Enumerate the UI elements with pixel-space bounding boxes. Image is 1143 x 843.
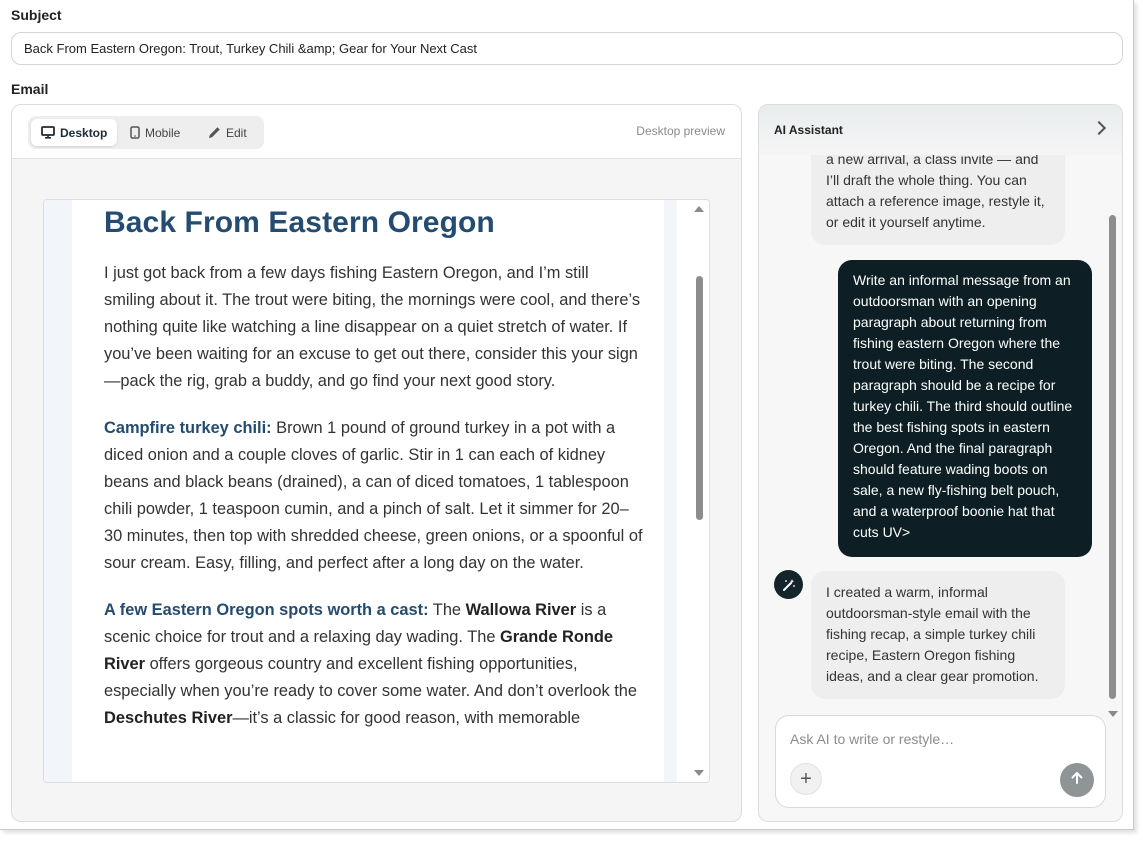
tab-desktop-label: Desktop — [60, 125, 108, 140]
tab-mobile-label: Mobile — [145, 125, 181, 140]
tab-edit-label: Edit — [226, 125, 247, 140]
ai-assistant-header: AI Assistant — [759, 105, 1122, 155]
email-body: Back From Eastern Oregon I just got back… — [104, 206, 644, 752]
email-label: Email — [11, 81, 49, 97]
plus-icon: + — [800, 767, 812, 790]
magic-wand-icon — [774, 570, 803, 599]
pencil-icon — [208, 126, 221, 139]
email-paragraph-spots: A few Eastern Oregon spots worth a cast:… — [104, 597, 644, 732]
scroll-down-arrow-icon[interactable] — [694, 770, 704, 776]
spots-lead: A few Eastern Oregon spots worth a cast: — [104, 601, 429, 619]
app-frame: Subject Email Desktop Mobile — [0, 0, 1134, 830]
subject-label: Subject — [11, 7, 62, 23]
chevron-right-icon[interactable] — [1091, 120, 1107, 136]
subject-input[interactable] — [11, 32, 1123, 65]
spots-text: offers gorgeous country and excellent fi… — [104, 655, 637, 700]
view-mode-toggle: Desktop Mobile Edit — [28, 116, 264, 149]
scroll-up-arrow-icon[interactable] — [694, 206, 704, 212]
spot-deschutes: Deschutes River — [104, 709, 233, 727]
ai-assistant-panel: AI Assistant a new arrival, a class invi… — [758, 104, 1123, 822]
email-paragraph-intro: I just got back from a few days fishing … — [104, 264, 641, 390]
preview-scroll-thumb[interactable] — [696, 276, 703, 520]
desktop-icon — [41, 126, 55, 139]
spots-text: —it’s a classic for good reason, with me… — [232, 709, 581, 727]
preview-right-margin — [664, 200, 677, 782]
scroll-down-arrow-icon[interactable] — [1108, 711, 1118, 717]
tab-desktop[interactable]: Desktop — [31, 119, 118, 146]
preview-left-margin — [44, 200, 72, 782]
chat-scrollbar[interactable] — [1107, 149, 1119, 717]
tab-mobile[interactable]: Mobile — [120, 119, 190, 146]
email-paragraph-recipe: Campfire turkey chili: Brown 1 pound of … — [104, 415, 644, 577]
preview-mode-label: Desktop preview — [636, 124, 725, 138]
ai-assistant-title: AI Assistant — [774, 123, 843, 137]
user-message: Write an informal message from an outdoo… — [838, 260, 1092, 557]
mobile-icon — [130, 126, 140, 139]
preview-scrollbar[interactable] — [689, 200, 709, 782]
recipe-lead: Campfire turkey chili: — [104, 419, 272, 437]
ai-composer: + — [775, 715, 1106, 808]
ai-prompt-input[interactable] — [790, 729, 1090, 749]
email-preview[interactable]: Back From Eastern Oregon I just got back… — [43, 199, 710, 783]
recipe-body: Brown 1 pound of ground turkey in a pot … — [104, 419, 643, 572]
spots-text: The — [428, 601, 466, 619]
tab-edit[interactable]: Edit — [198, 119, 257, 146]
add-attachment-button[interactable]: + — [790, 763, 822, 795]
assistant-message: I created a warm, informal outdoorsman-s… — [811, 571, 1065, 699]
email-heading: Back From Eastern Oregon — [104, 206, 495, 239]
chat-scroll-thumb[interactable] — [1109, 215, 1116, 699]
arrow-up-icon — [1070, 771, 1084, 790]
email-toolbar: Desktop Mobile Edit Desktop preview — [12, 105, 741, 159]
spot-wallowa: Wallowa River — [465, 601, 577, 619]
send-button[interactable] — [1060, 763, 1094, 797]
email-panel: Desktop Mobile Edit Desktop preview Back… — [11, 104, 742, 822]
